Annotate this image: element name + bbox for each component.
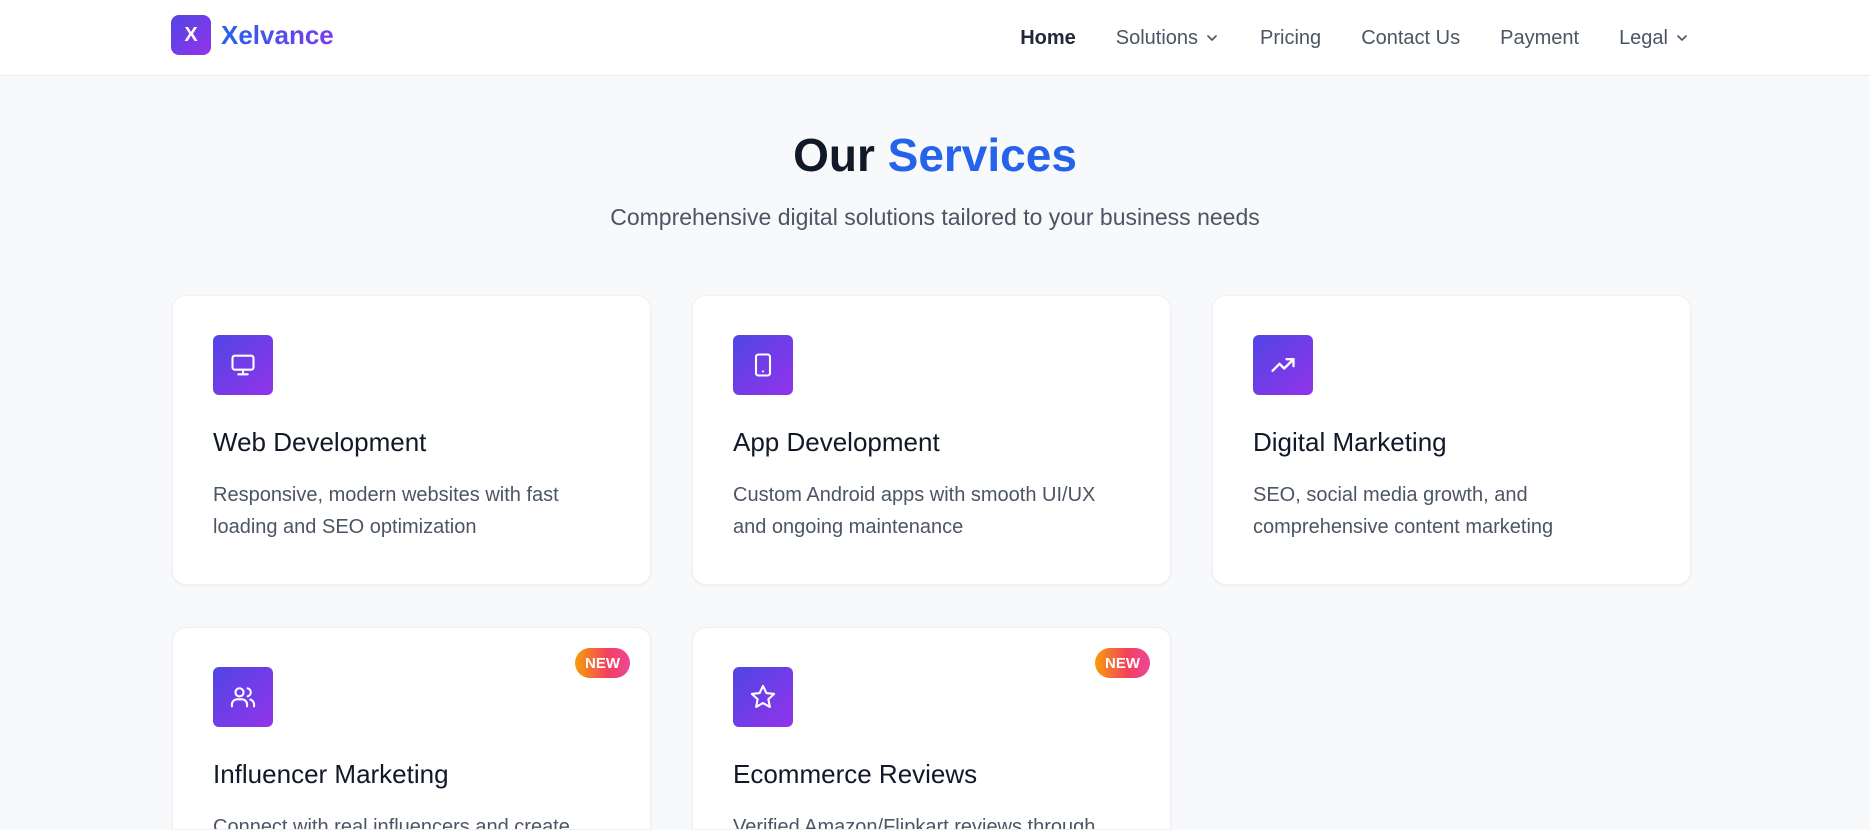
nav-item-pricing[interactable]: Pricing bbox=[1260, 27, 1321, 50]
brand-logo[interactable]: X Xelvance bbox=[171, 15, 334, 55]
nav-item-home[interactable]: Home bbox=[1020, 27, 1076, 50]
new-badge: NEW bbox=[1095, 648, 1150, 678]
nav-item-label: Solutions bbox=[1115, 26, 1199, 49]
star-icon bbox=[750, 684, 776, 708]
main-nav: Home Solutions Pricing Contact Us Paymen… bbox=[980, 0, 1690, 76]
section-title-accent: Services bbox=[887, 129, 1077, 181]
card-title: Web Development bbox=[213, 427, 427, 457]
card-description: Verified Amazon/Flipkart reviews through bbox=[733, 816, 1096, 830]
nav-item-label: Payment bbox=[1500, 26, 1580, 49]
card-title: Influencer Marketing bbox=[213, 759, 449, 789]
users-icon bbox=[230, 687, 256, 708]
service-icon-box bbox=[213, 335, 273, 395]
nav-item-label: Legal bbox=[1619, 26, 1668, 49]
nav-item-solutions[interactable]: Solutions bbox=[1116, 27, 1220, 50]
tablet-icon bbox=[754, 353, 772, 377]
new-badge: NEW bbox=[575, 648, 630, 678]
section-title: Our Services bbox=[0, 128, 1870, 182]
card-description: Responsive, modern websites with fast lo… bbox=[213, 484, 559, 538]
nav-item-payment[interactable]: Payment bbox=[1500, 27, 1579, 50]
service-card-ecommerce-reviews[interactable]: NEW Ecommerce Reviews Verified Amazon/Fl… bbox=[692, 627, 1171, 830]
service-card-digital-marketing[interactable]: Digital Marketing SEO, social media grow… bbox=[1212, 295, 1691, 585]
nav-item-label: Pricing bbox=[1260, 26, 1322, 49]
chevron-down-icon bbox=[1207, 35, 1217, 41]
trending-up-icon bbox=[1271, 358, 1295, 372]
service-card-app-development[interactable]: App Development Custom Android apps with… bbox=[692, 295, 1171, 585]
site-header: X Xelvance Home Solutions Pricing Contac… bbox=[0, 0, 1870, 76]
service-icon-box bbox=[1253, 335, 1313, 395]
service-icon-box bbox=[733, 667, 793, 727]
card-title: Digital Marketing bbox=[1253, 427, 1447, 457]
chevron-down-icon bbox=[1677, 35, 1687, 41]
nav-item-legal[interactable]: Legal bbox=[1619, 27, 1690, 50]
card-title: Ecommerce Reviews bbox=[733, 759, 978, 789]
service-card-influencer-marketing[interactable]: NEW Influencer Marketing Connect with re… bbox=[172, 627, 651, 830]
nav-item-label: Home bbox=[1020, 26, 1076, 49]
nav-item-contact-us[interactable]: Contact Us bbox=[1361, 27, 1460, 50]
brand-name: Xelvance bbox=[221, 19, 334, 50]
nav-item-label: Contact Us bbox=[1361, 26, 1461, 49]
card-description: SEO, social media growth, and comprehens… bbox=[1253, 484, 1554, 538]
card-description: Custom Android apps with smooth UI/UX an… bbox=[733, 484, 1096, 538]
card-description: Connect with real influencers and create bbox=[213, 816, 570, 830]
card-title: App Development bbox=[733, 427, 940, 457]
section-subtitle: Comprehensive digital solutions tailored… bbox=[610, 204, 1260, 230]
service-card-web-development[interactable]: Web Development Responsive, modern websi… bbox=[172, 295, 651, 585]
monitor-icon bbox=[231, 354, 255, 376]
section-title-prefix: Our bbox=[793, 129, 875, 181]
logo-mark-icon: X bbox=[171, 15, 211, 55]
service-icon-box bbox=[213, 667, 273, 727]
service-icon-box bbox=[733, 335, 793, 395]
